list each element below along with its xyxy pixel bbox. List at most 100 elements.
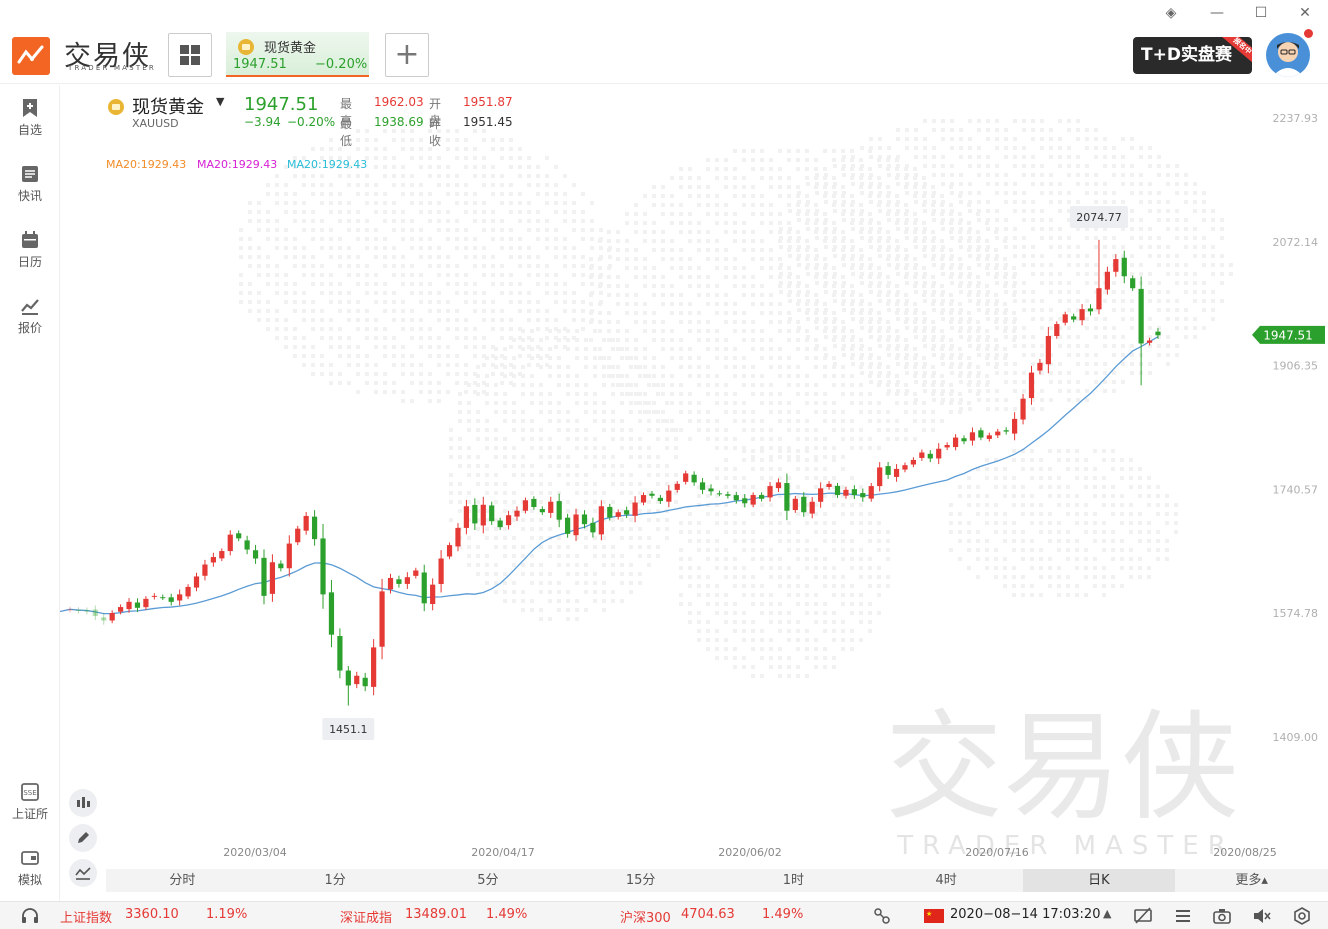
candle-body	[396, 579, 402, 584]
x-tick-label: 2020/07/16	[965, 846, 1028, 859]
candle-body	[818, 488, 824, 502]
tf-time-share[interactable]: 分时	[106, 869, 259, 892]
candle-body	[1012, 418, 1018, 434]
sidebar-item-label: 快讯	[17, 189, 42, 203]
candle-type-button[interactable]	[69, 789, 97, 817]
sidebar-item-simulate[interactable]: 模拟	[0, 848, 60, 888]
candle-body	[910, 459, 917, 465]
indicator-button[interactable]	[69, 859, 97, 887]
sidebar-item-watchlist[interactable]: 自选	[0, 98, 60, 138]
menu-icon[interactable]	[1174, 907, 1192, 929]
ticker-price: 1947.51	[244, 94, 319, 115]
minimize-icon[interactable]: —	[1206, 4, 1228, 22]
close-icon[interactable]: ✕	[1294, 4, 1316, 22]
tab-price: 1947.51	[233, 57, 287, 72]
gold-coin-icon	[238, 39, 254, 55]
y-tick-label: 2237.93	[1273, 112, 1319, 125]
calendar-icon	[22, 231, 38, 248]
tf-more[interactable]: 更多▴	[1175, 869, 1328, 892]
timeframe-bar: 分时 1分 5分 15分 1时 4时 日K 更多▴	[106, 869, 1328, 892]
tab-name: 现货黄金	[264, 41, 317, 56]
pencil-icon	[78, 832, 89, 843]
candle-body	[185, 586, 191, 597]
candle-body	[514, 510, 520, 517]
candle-body	[851, 489, 857, 496]
settings-icon[interactable]	[1292, 907, 1312, 929]
ticker-header: 现货黄金 ▼ XAUUSD 1947.51 −3.94 −0.20% 最高 19…	[106, 93, 513, 171]
candle-body	[733, 495, 739, 501]
candle-body	[67, 609, 73, 611]
brand-subtitle: TRADER MASTER	[68, 64, 156, 72]
candle-body	[472, 504, 478, 524]
draw-tool-button[interactable]	[69, 824, 97, 852]
candle-body	[1113, 259, 1119, 272]
candle-body	[252, 550, 259, 559]
candle-body	[801, 496, 807, 513]
candle-body	[615, 512, 621, 517]
camera-icon[interactable]	[1212, 907, 1232, 929]
candle-body	[640, 495, 647, 503]
candle-body	[497, 520, 503, 528]
mute-icon[interactable]	[1252, 907, 1272, 929]
index-sz-name[interactable]: 深证成指	[340, 907, 392, 926]
tf-15min[interactable]: 15分	[564, 869, 717, 892]
candle-body	[936, 448, 942, 459]
layers-icon[interactable]: ◈	[1160, 4, 1182, 22]
candle-body	[978, 430, 984, 438]
candle-body	[1028, 372, 1035, 399]
sidebar-item-quotes[interactable]: 报价	[0, 296, 60, 336]
candlestick-chart[interactable]: 交易侠 TRADER MASTER 2237.93 2072.14 1906.35 1…	[60, 85, 1328, 869]
line-chart-icon	[21, 299, 39, 315]
candle-body	[286, 543, 292, 569]
tf-1hour[interactable]: 1时	[717, 869, 870, 892]
candle-body	[1130, 278, 1136, 289]
candle-body	[362, 677, 368, 687]
index-sh-name[interactable]: 上证指数	[60, 907, 112, 926]
layout-grid-button[interactable]	[168, 33, 212, 77]
low-label: 最低	[340, 117, 353, 148]
candle-body	[767, 486, 773, 498]
candle-body	[590, 522, 596, 533]
maximize-icon[interactable]: ☐	[1250, 4, 1272, 22]
candle-body	[598, 506, 604, 535]
tf-5min[interactable]: 5分	[412, 869, 565, 892]
candle-body	[446, 545, 453, 557]
candle-body	[877, 467, 883, 487]
tf-1min[interactable]: 1分	[259, 869, 412, 892]
tf-daily[interactable]: 日K	[1022, 869, 1176, 892]
no-screen-icon[interactable]	[1133, 907, 1153, 929]
tf-4hour[interactable]: 4时	[870, 869, 1023, 892]
headset-icon[interactable]	[20, 907, 40, 929]
index-hs300-name[interactable]: 沪深300	[620, 907, 671, 926]
sidebar-item-news[interactable]: 快讯	[0, 164, 60, 204]
candle-body	[219, 551, 225, 559]
expand-caret-icon[interactable]: ▲	[1103, 907, 1111, 920]
candle-body	[927, 453, 933, 459]
candle-body	[345, 670, 351, 686]
candle-body	[303, 515, 309, 531]
candle-body	[548, 501, 554, 513]
candle-body	[725, 494, 731, 496]
candle-body	[126, 601, 132, 610]
dropdown-caret-icon[interactable]: ▼	[216, 95, 224, 108]
tab-spot-gold[interactable]: 现货黄金 1947.51 −0.20%	[226, 32, 369, 77]
ticker-name[interactable]: 现货黄金	[132, 93, 204, 119]
candle-body	[269, 562, 276, 594]
td-contest-banner[interactable]: T+D实盘赛 报名中	[1133, 37, 1252, 74]
candle-body	[244, 540, 250, 550]
add-tab-button[interactable]: +	[385, 33, 429, 77]
sidebar-item-calendar[interactable]: 日历	[0, 230, 60, 270]
chart-area[interactable]: 交易侠 TRADER MASTER 2237.93 2072.14 1906.35 1…	[60, 85, 1328, 869]
network-icon[interactable]	[873, 907, 891, 929]
candle-body	[1020, 398, 1026, 420]
candle-body	[75, 609, 82, 611]
sidebar-item-sse[interactable]: SSE 上证所	[0, 782, 60, 822]
candle-body	[522, 500, 529, 511]
candle-body	[1121, 257, 1127, 277]
candle-body	[202, 564, 208, 576]
avatar[interactable]	[1266, 33, 1310, 77]
y-tick-label: 1906.35	[1273, 360, 1319, 373]
candle-body	[168, 597, 174, 602]
candle-body	[708, 488, 714, 492]
candle-body	[657, 497, 663, 502]
